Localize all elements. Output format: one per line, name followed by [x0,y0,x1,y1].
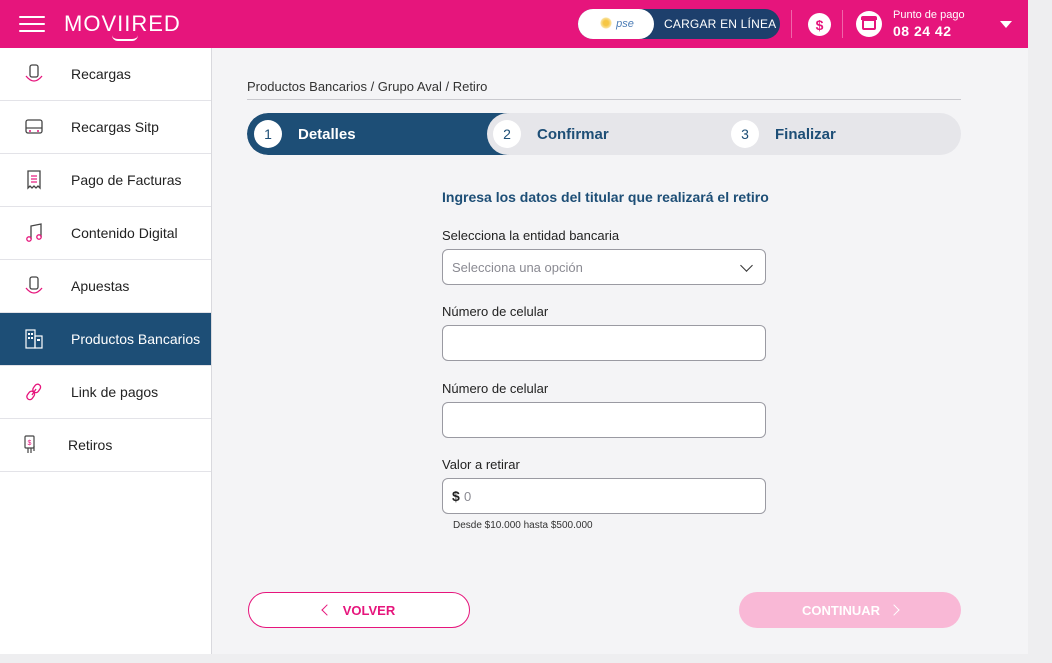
sidebar: Recargas Recargas Sitp Pago de Facturas … [0,48,212,654]
chevron-right-icon [888,604,900,616]
sidebar-item-label: Recargas [71,66,131,82]
stepper: 1 Detalles 2 Confirmar 3 Finalizar [247,113,961,155]
link-icon [26,383,42,401]
step-number: 3 [731,120,759,148]
breadcrumb: Productos Bancarios / Grupo Aval / Retir… [247,79,488,94]
step-finalizar: 3 Finalizar [731,113,836,155]
withdraw-icon: $ [24,435,35,453]
phone-confirm-label: Número de celular [442,381,549,396]
sidebar-item-label: Apuestas [71,278,130,294]
load-online-label: CARGAR EN LÍNEA [664,17,777,31]
pse-dots-icon [600,17,612,29]
music-note-icon [26,223,42,242]
step-detalles: 1 Detalles [254,113,356,155]
currency-symbol: $ [452,488,460,504]
sidebar-item-label: Productos Bancarios [71,331,201,347]
store-icon [856,11,882,37]
bank-select-placeholder: Selecciona una opción [452,260,583,275]
chevron-left-icon [321,604,333,616]
sidebar-item-link-pagos[interactable]: Link de pagos [0,366,211,419]
phone-field[interactable] [442,325,766,361]
sidebar-item-label: Recargas Sitp [71,119,159,135]
divider [842,10,843,38]
logo-smile-icon [112,35,138,41]
phone-recharge-icon [25,276,43,294]
form-title: Ingresa los datos del titular que realiz… [442,189,769,205]
svg-text:$: $ [28,440,32,447]
bus-icon [25,119,43,134]
point-of-sale-label: Punto de pago [893,9,965,21]
dollar-icon[interactable]: $ [808,13,831,36]
caret-down-icon[interactable] [1000,21,1012,28]
step-number: 2 [493,120,521,148]
sidebar-item-label: Contenido Digital [71,225,178,241]
amount-label: Valor a retirar [442,457,520,472]
step-label: Finalizar [775,125,836,143]
receipt-icon [27,170,41,190]
step-label: Detalles [298,125,356,143]
phone-confirm-field[interactable] [442,402,766,438]
sidebar-item-label: Retiros [68,437,113,453]
step-number: 1 [254,120,282,148]
step-label: Confirmar [537,125,609,143]
amount-hint: Desde $10.000 hasta $500.000 [453,520,593,531]
back-button-label: VOLVER [342,602,396,618]
brand-logo: MOVIIRED [64,11,181,36]
sidebar-item-apuestas[interactable]: Apuestas [0,260,211,313]
amount-field[interactable]: $ 0 [442,478,766,514]
sidebar-item-productos-bancarios[interactable]: Productos Bancarios [0,313,211,366]
phone-label: Número de celular [442,304,549,319]
phone-recharge-icon [25,64,43,82]
sidebar-item-recargas-sitp[interactable]: Recargas Sitp [0,101,211,154]
buildings-icon [25,329,43,349]
sidebar-item-label: Pago de Facturas [71,172,182,188]
continue-button[interactable]: CONTINUAR [739,592,961,628]
amount-placeholder: 0 [464,489,472,504]
sidebar-item-recargas[interactable]: Recargas [0,48,211,101]
bank-select[interactable]: Selecciona una opción [442,249,766,285]
menu-icon[interactable] [19,14,45,34]
main-content: Productos Bancarios / Grupo Aval / Retir… [212,48,1028,654]
step-confirmar: 2 Confirmar [493,113,609,155]
point-of-sale-value: 08 24 42 [893,23,952,39]
divider [247,99,961,100]
sidebar-item-pago-facturas[interactable]: Pago de Facturas [0,154,211,207]
pse-badge-text: pse [616,18,634,30]
continue-button-label: CONTINUAR [802,602,880,618]
bank-label: Selecciona la entidad bancaria [442,228,620,243]
back-button[interactable]: VOLVER [248,592,470,628]
sidebar-item-retiros[interactable]: $ Retiros [0,419,211,472]
sidebar-item-contenido-digital[interactable]: Contenido Digital [0,207,211,260]
pse-badge: pse [578,9,654,39]
top-bar: MOVIIRED pse CARGAR EN LÍNEA $ Punto de … [0,0,1028,48]
load-online-button[interactable]: pse CARGAR EN LÍNEA [578,9,780,39]
divider [791,10,792,38]
chevron-down-icon [740,259,753,272]
sidebar-item-label: Link de pagos [71,384,159,400]
